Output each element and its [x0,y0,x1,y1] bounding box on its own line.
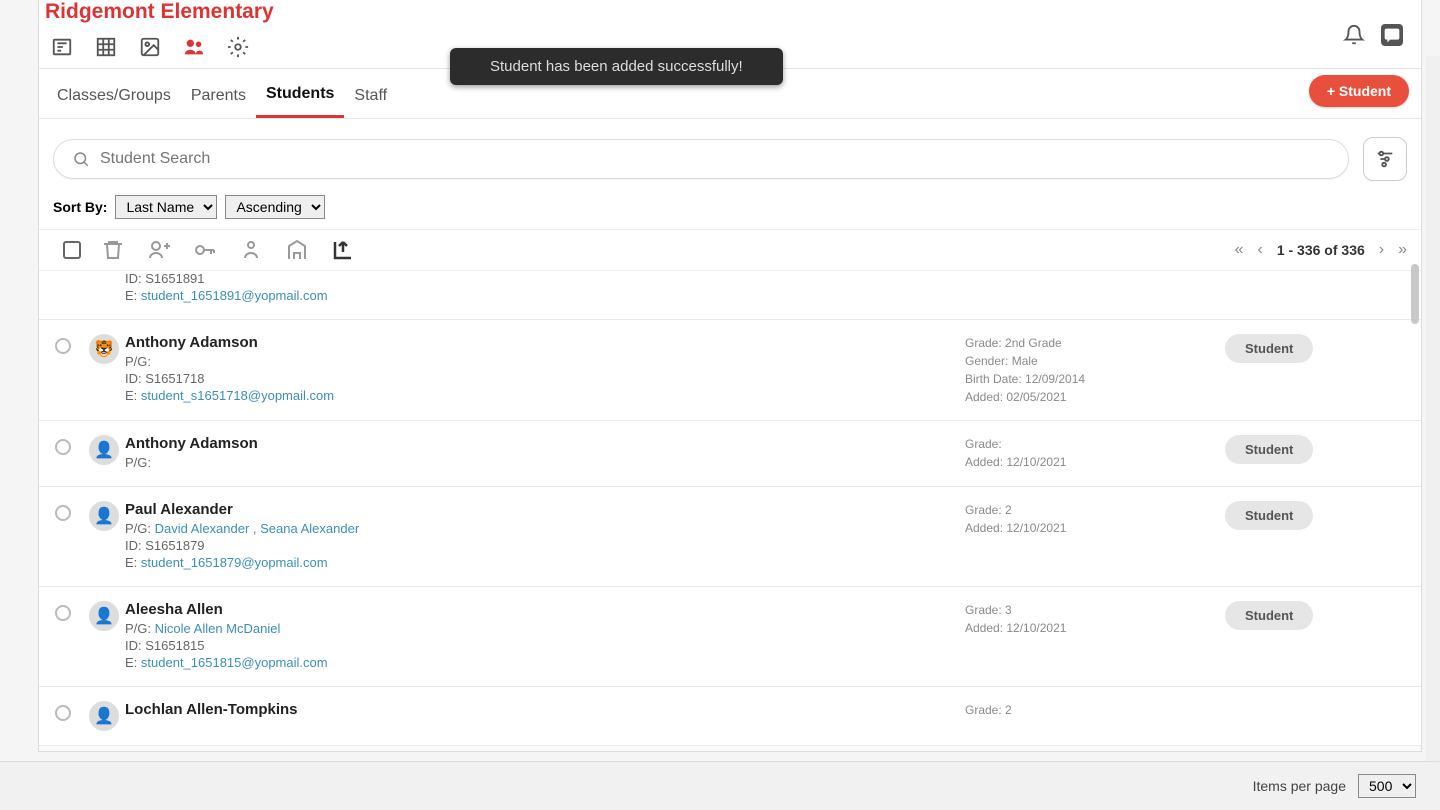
email-line: E: student_1651891@yopmail.com [125,288,965,303]
student-name[interactable]: Aleesha Allen [125,601,965,618]
student-row: ID: S1651891 E: student_1651891@yopmail.c… [39,271,1421,320]
last-page-icon[interactable]: » [1398,241,1407,259]
id-line: ID: S1651815 [125,638,965,653]
meta-line: Gender: Male [965,352,1225,370]
student-list: ID: S1651891 E: student_1651891@yopmail.c… [39,271,1421,751]
row-radio[interactable] [55,705,71,721]
student-name[interactable]: Paul Alexander [125,501,965,518]
footer: Items per page 500 [0,761,1440,810]
add-student-button[interactable]: + Student [1309,75,1409,107]
meta-line: Added: 12/10/2021 [965,453,1225,471]
chat-icon[interactable] [1381,24,1403,46]
meta-line: Grade: 2nd Grade [965,334,1225,352]
key-icon[interactable] [193,238,217,262]
id-line: ID: S1651879 [125,538,965,553]
student-name[interactable]: Anthony Adamson [125,334,965,351]
meta-line: Grade: 2 [965,701,1225,719]
pg-line: P/G: [125,354,965,369]
page-range: 1 - 336 of 336 [1277,242,1365,258]
meta-line: Added: 02/05/2021 [965,388,1225,406]
role-badge: Student [1225,435,1313,464]
student-row: 👤 Paul Alexander P/G: David Alexander , S… [39,487,1421,587]
meta-line: Birth Date: 12/09/2014 [965,370,1225,388]
main-panel: Ridgemont Elementary Classes/Groups Pare… [38,0,1422,752]
prev-page-icon[interactable]: ‹ [1258,241,1263,259]
newspaper-icon[interactable] [51,36,73,58]
sort-order-select[interactable]: Ascending [225,195,325,219]
email-line: E: student_1651815@yopmail.com [125,655,965,670]
email-link[interactable]: student_s1651718@yopmail.com [141,388,334,403]
tab-students[interactable]: Students [256,79,344,118]
group-icon[interactable] [239,238,263,262]
meta-line: Added: 12/10/2021 [965,519,1225,537]
items-per-page-select[interactable]: 500 [1358,774,1416,798]
pagination: « ‹ 1 - 336 of 336 › » [1235,241,1407,259]
avatar: 👤 [89,501,119,531]
row-radio[interactable] [55,338,71,354]
people-icon[interactable] [183,36,205,58]
search-icon [72,150,90,168]
meta-line: Grade: [965,435,1225,453]
meta-line: Grade: 3 [965,601,1225,619]
avatar: 👤 [89,601,119,631]
sort-controls: Sort By: Last Name Ascending [39,191,1421,229]
select-all-checkbox[interactable] [63,241,81,259]
grid-icon[interactable] [95,36,117,58]
header-actions [1343,24,1403,46]
scrollbar-thumb[interactable] [1411,264,1419,324]
filter-button[interactable] [1363,137,1407,181]
image-icon[interactable] [139,36,161,58]
trash-icon[interactable] [101,238,125,262]
tab-parents[interactable]: Parents [181,81,256,117]
email-line: E: student_s1651718@yopmail.com [125,388,965,403]
sort-field-select[interactable]: Last Name [115,195,217,219]
student-row: 👤 Lochlan Allen-Tompkins Grade: 2 [39,687,1421,746]
bell-icon[interactable] [1343,24,1365,46]
gear-icon[interactable] [227,36,249,58]
role-badge: Student [1225,601,1313,630]
email-link[interactable]: student_1651815@yopmail.com [141,655,328,670]
avatar: 👤 [89,435,119,465]
row-radio[interactable] [55,439,71,455]
student-row: 👤 Aleesha Allen P/G: Nicole Allen McDanie… [39,587,1421,687]
first-page-icon[interactable]: « [1235,241,1244,259]
email-line: E: student_1651879@yopmail.com [125,555,965,570]
meta-line: Added: 12/10/2021 [965,619,1225,637]
id-line: ID: S1651891 [125,271,965,286]
pg-line: P/G: David Alexander , Seana Alexander [125,521,965,536]
tab-staff[interactable]: Staff [344,81,397,117]
email-link[interactable]: student_1651879@yopmail.com [141,555,328,570]
avatar: 🐯 [89,334,119,364]
pg-line: P/G: Nicole Allen McDaniel [125,621,965,636]
building-icon[interactable] [285,238,309,262]
list-toolbar: « ‹ 1 - 336 of 336 › » [39,229,1421,271]
student-name[interactable]: Anthony Adamson [125,435,965,452]
next-page-icon[interactable]: › [1379,241,1384,259]
student-row: 👤 Anthony Adamson P/G: Grade:Added: 12/10… [39,421,1421,487]
school-title: Ridgemont Elementary [39,0,1421,32]
pg-line: P/G: [125,455,965,470]
meta-line: Grade: 2 [965,501,1225,519]
student-name[interactable]: Lochlan Allen-Tompkins [125,701,965,718]
sort-label: Sort By: [53,199,107,215]
row-radio[interactable] [55,605,71,621]
avatar: 👤 [89,701,119,731]
success-toast: Student has been added successfully! [450,48,783,85]
search-box[interactable] [53,139,1349,179]
tab-classes[interactable]: Classes/Groups [47,81,181,117]
pg-link[interactable]: Nicole Allen McDaniel [155,621,281,636]
row-radio[interactable] [55,505,71,521]
pg-link[interactable]: David Alexander , Seana Alexander [155,521,360,536]
student-row: 🐯 Anthony Adamson P/G: ID: S1651718 E: stu… [39,320,1421,421]
role-badge: Student [1225,501,1313,530]
email-link[interactable]: student_1651891@yopmail.com [141,288,328,303]
id-line: ID: S1651718 [125,371,965,386]
role-badge: Student [1225,334,1313,363]
export-icon[interactable] [331,238,355,262]
user-plus-icon[interactable] [147,238,171,262]
search-input[interactable] [100,150,1330,168]
items-per-page-label: Items per page [1253,778,1346,794]
